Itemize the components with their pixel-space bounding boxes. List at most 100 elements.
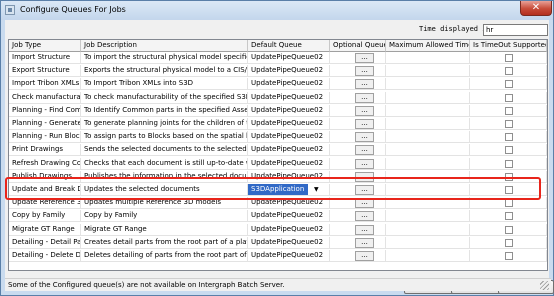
max-allowed-time-cell[interactable] (386, 118, 470, 130)
job-type-cell[interactable]: Print Drawings (9, 144, 81, 157)
default-queue-cell[interactable]: UpdatePipeQueue02 (248, 157, 330, 170)
max-allowed-time-cell[interactable] (386, 223, 470, 236)
col-header-max-allowed-time[interactable]: Maximum Allowed Time (386, 40, 470, 52)
table-row[interactable]: Migrate GT Range Migrate GT Range UpdatePi… (9, 223, 547, 236)
default-queue-cell[interactable]: UpdatePipeQueue02 (248, 144, 330, 157)
timeout-checkbox[interactable] (505, 186, 513, 194)
timeout-checkbox[interactable] (505, 54, 513, 62)
optional-queues-button[interactable]: ... (355, 119, 374, 129)
job-description-cell[interactable]: Updates multiple Reference 3D models (81, 197, 248, 210)
default-queue-cell[interactable]: UpdatePipeQueue02 (248, 250, 330, 262)
max-allowed-time-cell[interactable] (386, 78, 470, 91)
job-type-cell[interactable]: Import Tribon XMLs (9, 78, 81, 91)
max-allowed-time-cell[interactable] (386, 197, 470, 210)
max-allowed-time-cell[interactable] (386, 65, 470, 78)
job-description-cell[interactable]: Creates detail parts from the root part … (81, 236, 248, 249)
job-type-cell[interactable]: Planning - Generate Pl... (9, 118, 81, 130)
table-row[interactable]: Publish Drawings Publishes the informatio… (9, 170, 547, 183)
default-queue-cell[interactable]: UpdatePipeQueue02 (248, 210, 330, 223)
optional-queues-button[interactable]: ... (355, 105, 374, 116)
job-description-cell[interactable]: To assign parts to Blocks based on the s… (81, 131, 248, 144)
max-allowed-time-cell[interactable] (386, 170, 470, 183)
job-description-cell[interactable]: To import the structural physical model … (81, 52, 248, 64)
table-row[interactable]: Detailing - Detail PartsCreates detail p… (9, 236, 547, 249)
job-type-cell[interactable]: Refresh Drawing Comm... (9, 157, 81, 170)
default-queue-cell[interactable]: UpdatePipeQueue02 (248, 118, 330, 130)
job-type-cell[interactable]: Detailing - Detail Parts (9, 236, 81, 249)
timeout-checkbox[interactable] (505, 106, 513, 115)
dropdown-arrow-icon[interactable]: ▼ (314, 184, 319, 195)
default-queue-cell[interactable]: UpdatePipeQueue02 (248, 131, 330, 144)
job-description-cell[interactable]: Sends the selected documents to the sele… (81, 144, 248, 157)
table-row[interactable]: Print Drawings Sends the selected documen… (9, 144, 547, 157)
timeout-checkbox[interactable] (505, 172, 513, 181)
job-description-cell[interactable]: Exports the structural physical model to… (81, 65, 248, 78)
timeout-checkbox[interactable] (505, 80, 513, 89)
default-queue-cell[interactable]: UpdatePipeQueue02 (248, 104, 330, 117)
optional-queues-button[interactable]: ... (355, 132, 374, 143)
job-type-cell[interactable]: Planning - Run Block ... (9, 131, 81, 144)
default-queue-cell[interactable]: UpdatePipeQueue02 (248, 197, 330, 210)
table-row[interactable]: Export Structure Exports the structural p… (9, 65, 547, 78)
default-queue-cell[interactable]: UpdatePipeQueue02 (248, 52, 330, 64)
max-allowed-time-cell[interactable] (386, 52, 470, 64)
optional-queues-button[interactable]: ... (355, 224, 374, 235)
table-row[interactable]: Planning - Run Block ...To assign parts … (9, 131, 547, 144)
optional-queues-button[interactable]: ... (355, 171, 374, 182)
table-row[interactable]: Refresh Drawing Comm...Checks that each … (9, 157, 547, 170)
job-type-cell[interactable]: Copy by Family (9, 210, 81, 223)
job-type-cell[interactable]: Import Structure (9, 52, 81, 64)
timeout-checkbox[interactable] (505, 67, 513, 76)
job-description-cell[interactable]: Checks that each document is still up-to… (81, 157, 248, 170)
table-row[interactable]: Import Structure To import the structural… (9, 52, 547, 64)
timeout-checkbox[interactable] (505, 252, 513, 260)
optional-queues-button[interactable]: ... (355, 198, 374, 209)
col-header-optional-queues[interactable]: Optional Queues (330, 40, 386, 52)
table-row[interactable]: Copy by Family Copy by Family UpdatePipeQu… (9, 210, 547, 223)
col-header-timeout-supported[interactable]: Is TimeOut Supported (470, 40, 547, 52)
col-header-default-queue[interactable]: Default Queue (248, 40, 330, 52)
job-type-cell[interactable]: Export Structure (9, 65, 81, 78)
table-row[interactable]: Planning - Find Commo...To Identify Comm… (9, 104, 547, 117)
job-description-cell[interactable]: Publishes the information in the selecte… (81, 170, 248, 183)
optional-queues-button[interactable]: ... (355, 79, 374, 90)
job-type-cell[interactable]: Detailing - Delete Deta... (9, 250, 81, 262)
table-row[interactable]: Update Reference 3D ...Updates multiple … (9, 197, 547, 210)
max-allowed-time-cell[interactable] (386, 157, 470, 170)
default-queue-cell[interactable]: UpdatePipeQueue02 (248, 91, 330, 104)
table-row[interactable]: Update and Break Do...Updates the select… (9, 184, 547, 196)
optional-queues-button[interactable]: ... (355, 145, 374, 156)
timeout-checkbox[interactable] (505, 133, 513, 142)
job-description-cell[interactable]: To Identify Common parts in the specifie… (81, 104, 248, 117)
job-type-cell[interactable]: Publish Drawings (9, 170, 81, 183)
max-allowed-time-cell[interactable] (386, 91, 470, 104)
optional-queues-button[interactable]: ... (355, 237, 374, 248)
table-row[interactable]: Check manufacturabilit...To check manufa… (9, 91, 547, 104)
default-queue-cell[interactable]: UpdatePipeQueue02 (248, 65, 330, 78)
timeout-checkbox[interactable] (505, 146, 513, 155)
close-button[interactable]: ✕ (520, 1, 552, 16)
job-type-cell[interactable]: Update and Break Do... (9, 184, 81, 196)
max-allowed-time-cell[interactable] (386, 131, 470, 144)
job-description-cell[interactable]: Updates the selected documents (81, 184, 248, 196)
table-row[interactable]: Import Tribon XMLs To Import Tribon XMLs … (9, 78, 547, 91)
max-allowed-time-cell[interactable] (386, 250, 470, 262)
table-row[interactable]: Planning - Generate Pl...To generate pla… (9, 118, 547, 130)
job-type-cell[interactable]: Check manufacturabilit... (9, 91, 81, 104)
job-type-cell[interactable]: Update Reference 3D ... (9, 197, 81, 210)
max-allowed-time-cell[interactable] (386, 210, 470, 223)
time-unit-select[interactable]: hr (483, 24, 548, 36)
job-description-cell[interactable]: Copy by Family (81, 210, 248, 223)
default-queue-cell[interactable]: UpdatePipeQueue02 (248, 78, 330, 91)
job-description-cell[interactable]: Deletes detailing of parts from the root… (81, 250, 248, 262)
timeout-checkbox[interactable] (505, 199, 513, 208)
default-queue-cell[interactable]: UpdatePipeQueue02 (248, 236, 330, 249)
job-description-cell[interactable]: To generate planning joints for the chil… (81, 118, 248, 130)
job-description-cell[interactable]: To check manufacturability of the specif… (81, 91, 248, 104)
timeout-checkbox[interactable] (505, 238, 513, 247)
timeout-checkbox[interactable] (505, 225, 513, 234)
timeout-checkbox[interactable] (505, 93, 513, 102)
optional-queues-button[interactable]: ... (355, 53, 374, 63)
col-header-job-type[interactable]: Job Type (9, 40, 81, 52)
timeout-checkbox[interactable] (505, 212, 513, 221)
